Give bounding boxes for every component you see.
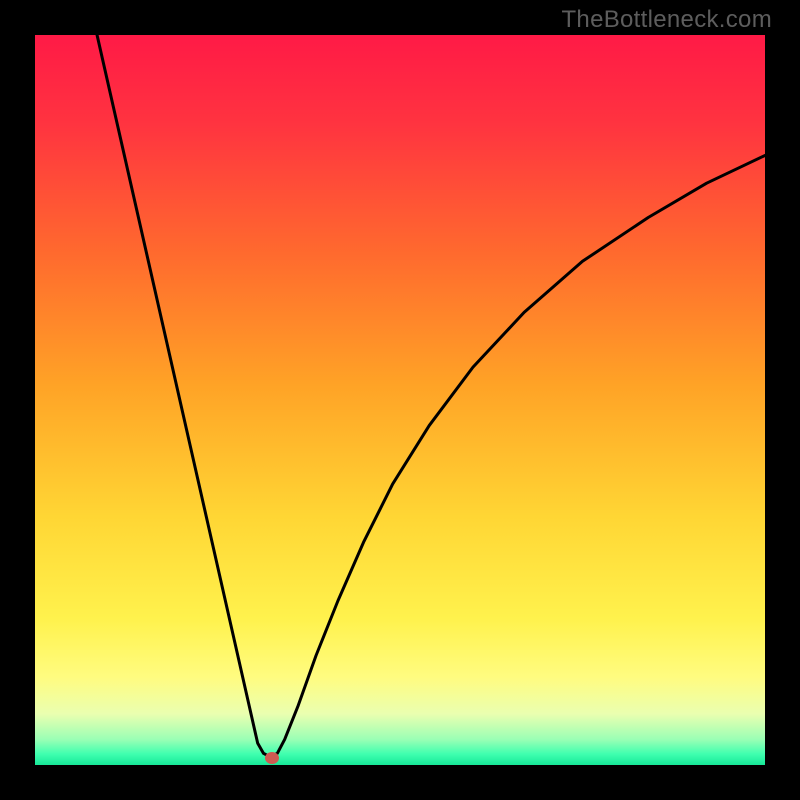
chart-frame: TheBottleneck.com	[0, 0, 800, 800]
bottleneck-curve	[35, 35, 765, 765]
watermark-text: TheBottleneck.com	[561, 6, 772, 34]
plot-area	[35, 35, 765, 765]
optimum-marker	[265, 752, 279, 764]
